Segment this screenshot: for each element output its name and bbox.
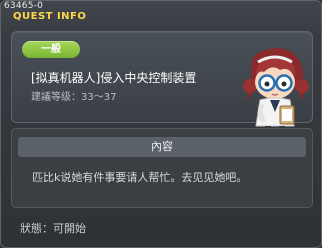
quest-category-badge: 一般	[22, 41, 80, 58]
quest-content-panel: 內容 匹比k说她有件事要请人帮忙。去见见她吧。	[11, 128, 313, 208]
quest-status: 狀態：可開始	[20, 222, 86, 235]
status-value: 可開始	[53, 222, 86, 235]
quest-name: [拟真机器人]侵入中央控制装置	[31, 71, 197, 85]
quest-level-label: 建議等级：	[31, 92, 81, 103]
quest-info-window: 63465-0 QUEST INFO 一般 [拟真机器人]侵入中央控制装置 建議…	[0, 0, 322, 248]
status-label: 狀態：	[20, 222, 53, 235]
quest-recommended-level: 建議等级：33～37	[31, 92, 116, 104]
npc-scientist-portrait-icon	[243, 48, 309, 135]
content-header: 內容	[18, 137, 306, 157]
content-description: 匹比k说她有件事要请人帮忙。去见见她吧。	[32, 171, 248, 184]
quest-level-range: 33～37	[81, 92, 117, 103]
quest-summary-card: 一般 [拟真机器人]侵入中央控制装置 建議等级：33～37	[11, 31, 313, 135]
window-title: QUEST INFO	[13, 11, 87, 22]
